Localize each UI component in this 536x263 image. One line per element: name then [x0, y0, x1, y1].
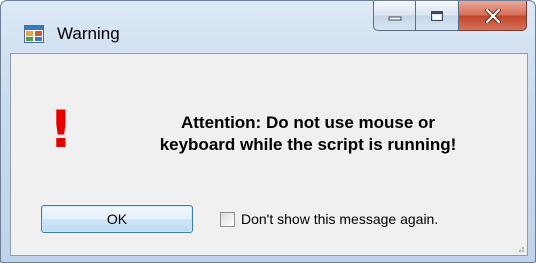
maximize-icon — [431, 10, 443, 21]
title-bar[interactable]: Warning — [1, 1, 535, 53]
ok-button[interactable]: OK — [41, 205, 193, 233]
caption-buttons — [373, 1, 527, 33]
message-line-1: Attention: Do not use mouse or — [180, 113, 436, 132]
app-window-icon — [24, 25, 44, 43]
dont-show-again-option[interactable]: Don't show this message again. — [220, 211, 438, 227]
alert-icon: ! — [49, 100, 73, 160]
resize-grip-icon[interactable] — [515, 243, 525, 253]
dialog-body: ! Attention: Do not use mouse or keyboar… — [10, 53, 528, 256]
warning-message: Attention: Do not use mouse or keyboard … — [105, 112, 511, 156]
window-title: Warning — [57, 24, 120, 43]
dont-show-again-label[interactable]: Don't show this message again. — [241, 211, 438, 227]
minimize-icon — [388, 16, 401, 20]
minimize-button[interactable] — [373, 1, 416, 31]
dialog-window: Warning ! Attention: Do not use mouse or… — [0, 0, 536, 263]
close-button[interactable] — [459, 1, 527, 31]
message-line-2: keyboard while the script is running! — [159, 135, 457, 154]
maximize-button[interactable] — [416, 1, 459, 31]
close-icon — [484, 8, 501, 23]
dont-show-again-checkbox[interactable] — [220, 211, 235, 227]
